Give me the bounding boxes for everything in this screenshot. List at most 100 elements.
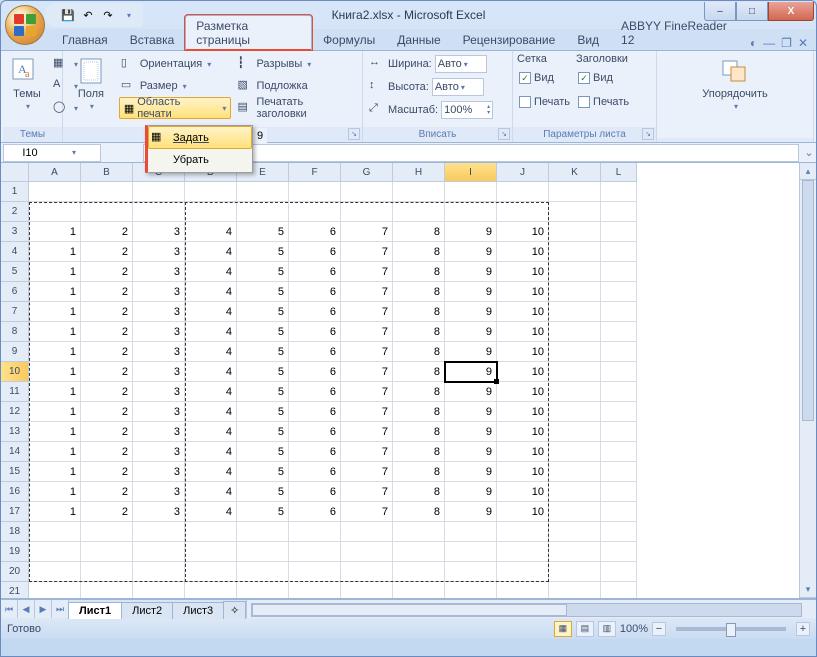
size-button[interactable]: ▭Размер▾ [119,75,232,97]
column-header[interactable]: I [445,163,497,182]
row-header[interactable]: 19 [1,542,29,562]
cell[interactable] [601,302,637,322]
row-header[interactable]: 14 [1,442,29,462]
doc-restore-button[interactable]: ❐ [781,36,792,50]
zoom-out-button[interactable]: − [652,622,666,636]
page-setup-dialog-launcher[interactable]: ↘ [348,128,360,140]
cell[interactable] [601,522,637,542]
sheet-tab[interactable]: Лист3 [172,602,224,619]
cell[interactable] [601,182,637,202]
cell[interactable]: 10 [497,242,549,262]
cell[interactable] [341,182,393,202]
cell[interactable]: 3 [133,342,185,362]
cell[interactable]: 1 [29,222,81,242]
cell[interactable]: 10 [497,382,549,402]
cell[interactable]: 2 [81,382,133,402]
cell[interactable]: 8 [393,342,445,362]
help-button[interactable]: ◐ [750,36,757,50]
column-header[interactable]: G [341,163,393,182]
cell[interactable]: 10 [497,482,549,502]
cell[interactable] [549,242,601,262]
cell[interactable] [549,342,601,362]
cell[interactable] [81,202,133,222]
cell[interactable]: 5 [237,382,289,402]
row-header[interactable]: 9 [1,342,29,362]
qat-customize-button[interactable]: ▾ [119,6,137,24]
cell[interactable] [549,462,601,482]
cell[interactable] [497,202,549,222]
row-header[interactable]: 2 [1,202,29,222]
width-field[interactable]: Авто▾ [435,55,487,73]
cell[interactable] [81,522,133,542]
cell[interactable]: 3 [133,302,185,322]
cell[interactable] [133,582,185,598]
cell[interactable] [29,202,81,222]
view-page-break-button[interactable]: ▥ [598,621,616,637]
cell[interactable] [341,582,393,598]
cell[interactable] [549,422,601,442]
cell[interactable] [237,542,289,562]
save-button[interactable]: 💾 [59,6,77,24]
cell[interactable]: 6 [289,302,341,322]
cell[interactable] [393,522,445,542]
cell[interactable] [341,202,393,222]
zoom-slider[interactable] [676,627,786,631]
sheet-tab[interactable]: Лист1 [68,602,122,619]
cell[interactable]: 4 [185,482,237,502]
cell[interactable]: 6 [289,422,341,442]
cell[interactable] [549,302,601,322]
row-header[interactable]: 15 [1,462,29,482]
cell[interactable]: 3 [133,282,185,302]
cell[interactable] [393,582,445,598]
row-header[interactable]: 4 [1,242,29,262]
cell[interactable]: 6 [289,242,341,262]
tab-вставка[interactable]: Вставка [119,29,186,50]
sheet-nav-first[interactable]: ⏮ [1,600,18,618]
cell[interactable]: 10 [497,362,549,382]
tab-формулы[interactable]: Формулы [312,29,386,50]
cell[interactable]: 7 [341,502,393,522]
cell[interactable] [81,562,133,582]
cell[interactable] [601,242,637,262]
cell[interactable]: 3 [133,442,185,462]
row-header[interactable]: 3 [1,222,29,242]
cell[interactable]: 6 [289,382,341,402]
margins-button[interactable]: Поля ▾ [67,53,115,113]
orientation-button[interactable]: ▯Ориентация▾ [119,53,232,75]
doc-close-button[interactable]: ✕ [798,36,808,50]
cell[interactable]: 8 [393,362,445,382]
cell[interactable] [601,382,637,402]
cell[interactable] [29,562,81,582]
cell[interactable] [289,582,341,598]
cell[interactable] [549,382,601,402]
cell[interactable]: 2 [81,302,133,322]
cell[interactable] [133,562,185,582]
cell[interactable] [601,262,637,282]
cell[interactable] [185,182,237,202]
cell[interactable]: 2 [81,422,133,442]
view-page-layout-button[interactable]: ▤ [576,621,594,637]
cell[interactable]: 8 [393,282,445,302]
cell[interactable] [29,522,81,542]
cell[interactable]: 4 [185,422,237,442]
cell[interactable] [549,542,601,562]
cell[interactable]: 3 [133,382,185,402]
row-header[interactable]: 17 [1,502,29,522]
cell[interactable] [601,462,637,482]
print-titles-button[interactable]: ▤Печатать заголовки [235,97,358,119]
view-normal-button[interactable]: ▦ [554,621,572,637]
cell[interactable] [29,182,81,202]
cell[interactable] [289,542,341,562]
cell[interactable] [549,202,601,222]
cell[interactable] [549,562,601,582]
cell[interactable]: 7 [341,422,393,442]
cell[interactable]: 2 [81,362,133,382]
cell[interactable]: 6 [289,502,341,522]
cell[interactable] [185,562,237,582]
cell[interactable]: 7 [341,382,393,402]
cell[interactable]: 9 [445,422,497,442]
cell[interactable]: 2 [81,442,133,462]
cell[interactable]: 2 [81,222,133,242]
headings-view-checkbox[interactable]: ✓ [578,72,590,84]
cell[interactable]: 7 [341,222,393,242]
